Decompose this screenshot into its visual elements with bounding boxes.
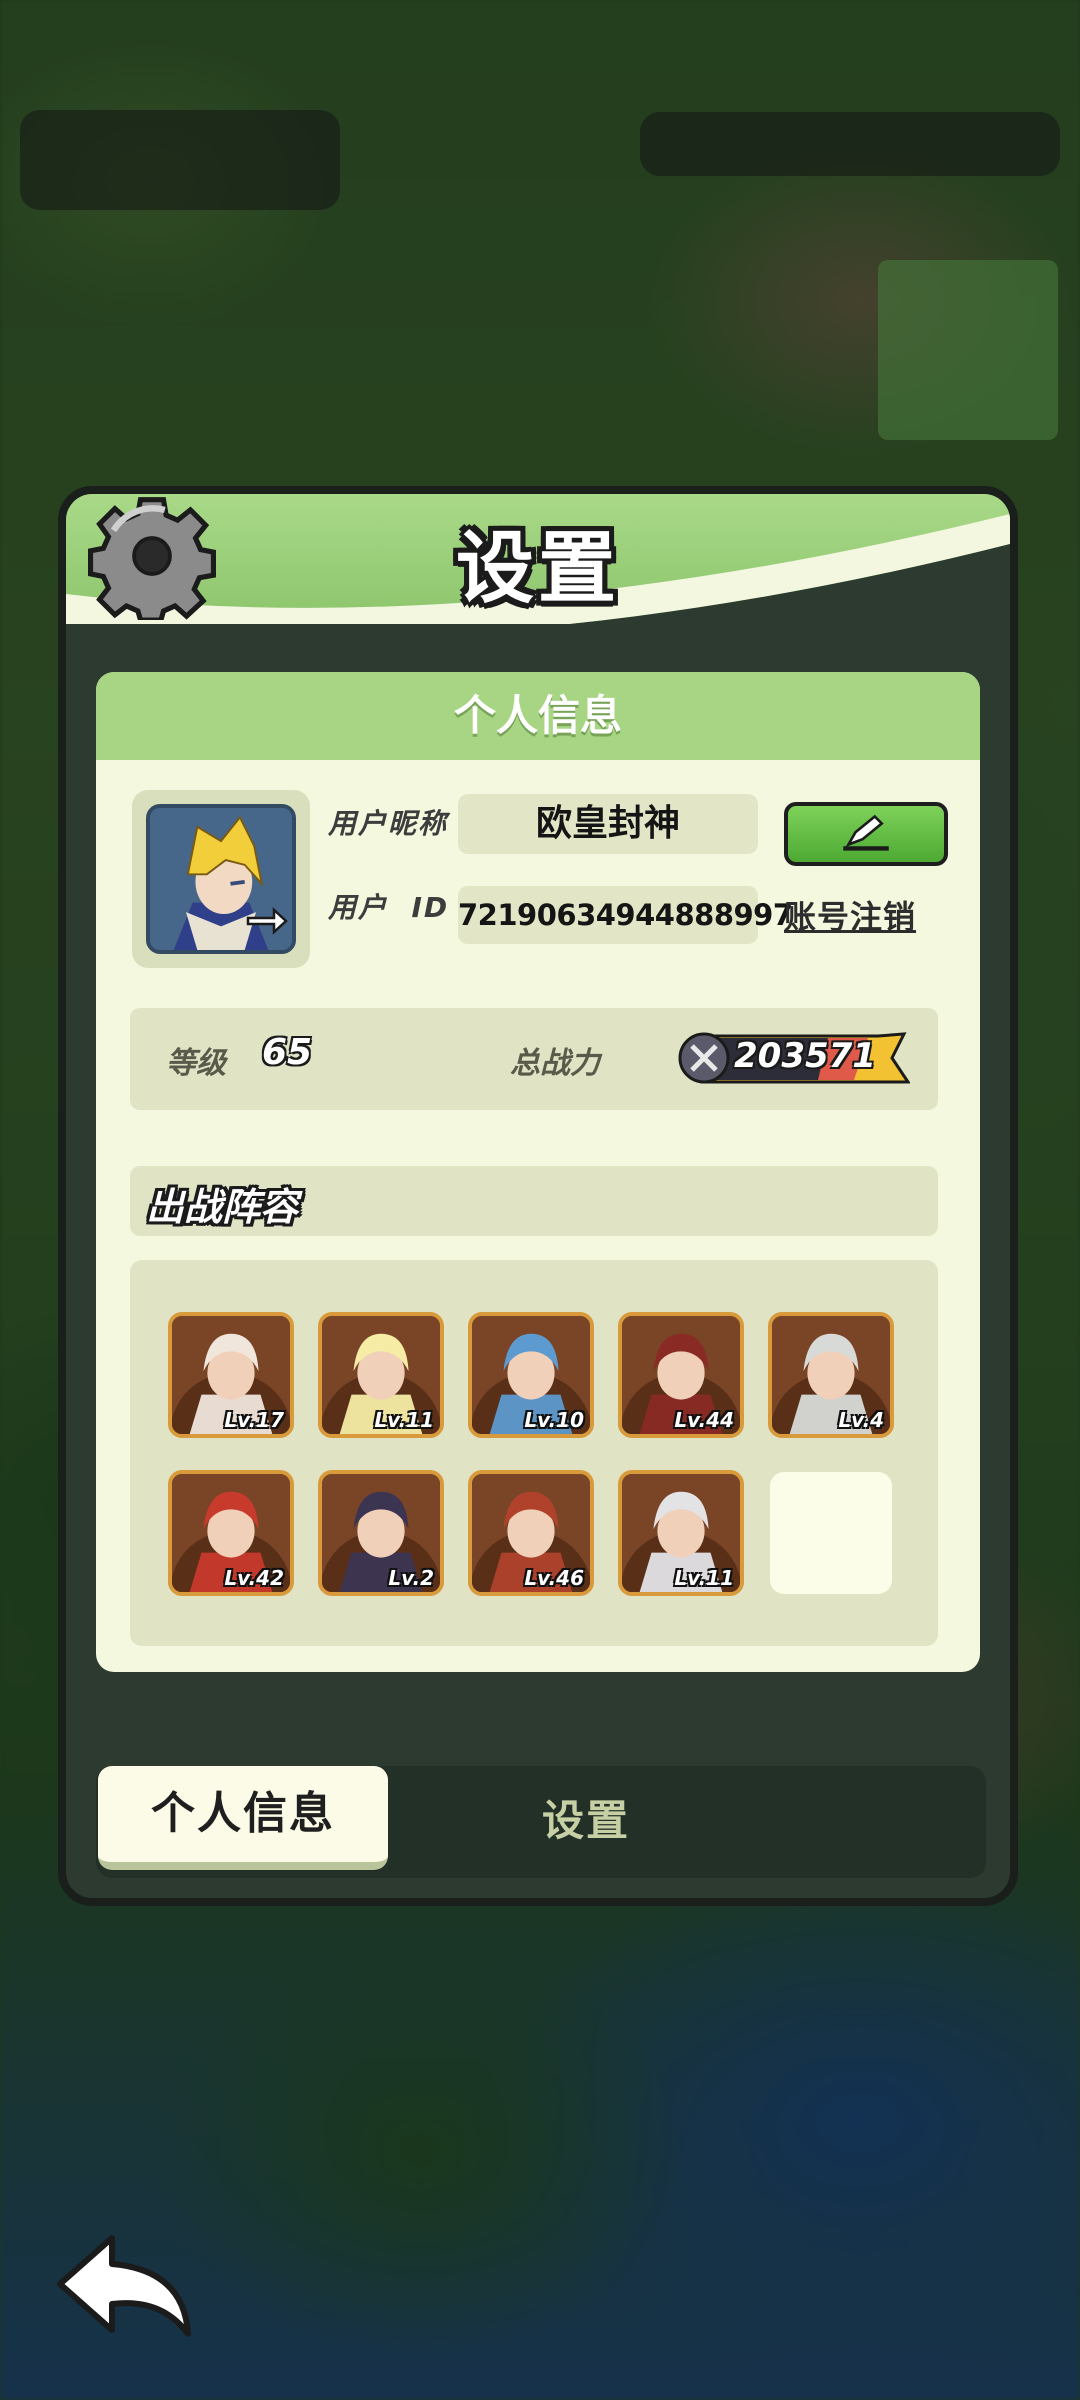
- profile-section-header: 个人信息: [96, 672, 980, 760]
- user-id-field: 72190634944888997: [458, 886, 793, 944]
- back-arrow-icon[interactable]: [52, 2230, 200, 2342]
- user-id-value: 72190634944888997: [458, 898, 793, 932]
- profile-card: 个人信息 用户昵称 欧皇封神 用户 ID 72190634944888997 账…: [96, 672, 980, 1672]
- cancel-account-link[interactable]: 账号注销: [784, 892, 934, 938]
- hero-slot[interactable]: Lv.10: [468, 1312, 594, 1438]
- hero-level: Lv.11: [374, 1408, 434, 1432]
- hero-level: Lv.4: [838, 1408, 884, 1432]
- hero-slot[interactable]: Lv.44: [618, 1312, 744, 1438]
- hero-slot[interactable]: Lv.17: [168, 1312, 294, 1438]
- power-value: 203571: [734, 1036, 876, 1076]
- minimap-blurred: [878, 260, 1058, 440]
- lineup-title: 出战阵容: [146, 1185, 299, 1229]
- lineup-title-bar: 出战阵容: [130, 1166, 938, 1236]
- hero-slot[interactable]: Lv.4: [768, 1312, 894, 1438]
- edit-nickname-button[interactable]: [784, 802, 948, 866]
- settings-panel: 设置 个人信息 用户昵称 欧皇封神 用户 ID 7219063494488899…: [58, 486, 1018, 1906]
- hero-slot[interactable]: Lv.11: [318, 1312, 444, 1438]
- hero-level: Lv.17: [224, 1408, 284, 1432]
- hero-level: Lv.10: [524, 1408, 584, 1432]
- nickname-label: 用户昵称: [328, 807, 449, 840]
- hero-level: Lv.2: [388, 1566, 434, 1590]
- hero-level: Lv.11: [674, 1566, 734, 1590]
- level-value: 65: [262, 1032, 313, 1073]
- lineup-grid: Lv.17 Lv.11 Lv.10 Lv.44 Lv.4 Lv.42 Lv.2 Lv.46 Lv…: [130, 1260, 938, 1646]
- level-label: 等级: [166, 1046, 226, 1081]
- hero-slot[interactable]: Lv.42: [168, 1470, 294, 1596]
- panel-title: 设置: [455, 524, 620, 614]
- nickname-value: 欧皇封神: [535, 803, 680, 844]
- switch-avatar-icon[interactable]: [244, 904, 288, 944]
- stats-bar: 等级 65 总战力 203571: [130, 1008, 938, 1110]
- hero-level: Lv.42: [224, 1566, 284, 1590]
- pencil-icon: [843, 814, 889, 851]
- nickname-field: 欧皇封神: [458, 794, 758, 854]
- hero-slot[interactable]: Lv.11: [618, 1470, 744, 1596]
- power-badge: 203571: [678, 1030, 910, 1086]
- empty-hero-slot[interactable]: [770, 1472, 892, 1594]
- tab-bar: 个人信息 设置: [96, 1766, 986, 1878]
- user-id-label: 用户 ID: [328, 891, 450, 924]
- hero-slot[interactable]: Lv.2: [318, 1470, 444, 1596]
- power-label: 总战力: [510, 1046, 600, 1081]
- tab-profile[interactable]: 个人信息: [98, 1766, 388, 1870]
- panel-header: 设置: [66, 494, 1010, 624]
- player-hud-blurred: [20, 110, 340, 210]
- currency-hud-blurred: [640, 112, 1060, 176]
- hero-slot[interactable]: Lv.46: [468, 1470, 594, 1596]
- tab-settings[interactable]: 设置: [486, 1782, 686, 1860]
- hero-level: Lv.46: [524, 1566, 584, 1590]
- avatar[interactable]: [146, 804, 296, 954]
- avatar-frame[interactable]: [132, 790, 310, 968]
- hero-level: Lv.44: [674, 1408, 734, 1432]
